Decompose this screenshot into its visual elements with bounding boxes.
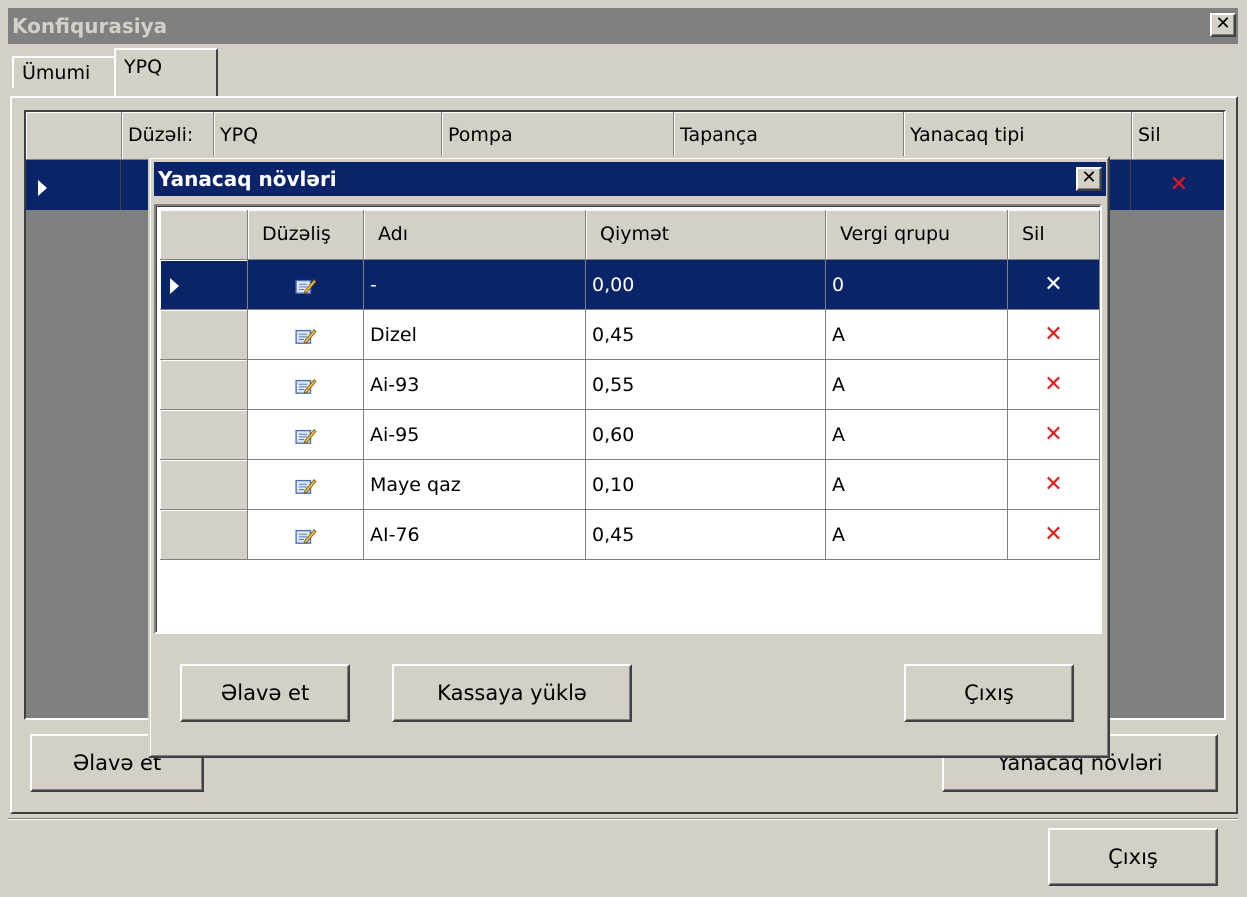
table-row[interactable]: -0,00 0 ✕ xyxy=(160,260,1100,310)
main-window-title: Konfiqurasiya xyxy=(12,14,168,38)
name-cell[interactable]: Maye qaz xyxy=(364,460,586,510)
delete-x-icon[interactable]: ✕ xyxy=(1008,360,1100,410)
tax-group-cell[interactable]: A xyxy=(826,410,1008,460)
name-cell[interactable]: AI-76 xyxy=(364,510,586,560)
edit-icon[interactable] xyxy=(294,377,317,395)
edit-cell[interactable] xyxy=(248,510,364,560)
name-cell[interactable]: Ai-95 xyxy=(364,410,586,460)
tab-ypq[interactable]: YPQ xyxy=(114,48,218,96)
edit-cell[interactable] xyxy=(248,410,364,460)
edit-icon[interactable] xyxy=(294,477,317,495)
table-row[interactable]: AI-76 0,45 A ✕ xyxy=(160,510,1100,560)
tax-group-cell[interactable]: A xyxy=(826,460,1008,510)
delete-x-icon[interactable]: ✕ xyxy=(1008,460,1100,510)
edit-cell[interactable] xyxy=(248,310,364,360)
edit-icon[interactable] xyxy=(294,327,317,345)
main-titlebar: Konfiqurasiya xyxy=(8,8,1238,44)
grid-corner-header xyxy=(160,210,248,260)
col-header-sil[interactable]: Sil xyxy=(1132,112,1224,160)
col-header-pompa[interactable]: Pompa xyxy=(442,112,674,160)
divider xyxy=(8,818,1238,820)
table-row[interactable]: Ai-93 0,55 A ✕ xyxy=(160,360,1100,410)
edit-cell[interactable] xyxy=(248,460,364,510)
col-header-ypq[interactable]: YPQ xyxy=(214,112,442,160)
upload-button-label: Kassaya yüklə xyxy=(437,681,587,705)
row-indicator[interactable] xyxy=(160,410,248,460)
delete-x-icon[interactable]: ✕ xyxy=(1008,410,1100,460)
table-row[interactable]: Dizel 0,45 A ✕ xyxy=(160,310,1100,360)
delete-x-icon[interactable]: ✕ xyxy=(1164,172,1194,197)
col-header-yanacaq-tipi[interactable]: Yanacaq tipi xyxy=(904,112,1132,160)
name-cell[interactable]: - xyxy=(364,260,586,310)
tab-ypq-label: YPQ xyxy=(124,56,163,78)
col-header-duzelis[interactable]: Düzəli: xyxy=(122,112,214,160)
tax-group-cell[interactable]: 0 xyxy=(826,260,1008,310)
price-cell[interactable]: 0,55 xyxy=(586,360,826,410)
col-header-tapanca[interactable]: Tapança xyxy=(674,112,904,160)
fuel-types-grid[interactable]: Düzəliş Adı Qiymət Vergi qrupu Sil -0,00… xyxy=(154,204,1102,634)
col-header-sil[interactable]: Sil xyxy=(1008,210,1100,260)
dialog-close-button[interactable]: ✕ xyxy=(1076,167,1102,191)
tab-umumi-label: Ümumi xyxy=(22,62,91,84)
price-cell[interactable]: 0,00 xyxy=(586,260,826,310)
main-close-button[interactable]: ✕ xyxy=(1210,13,1236,37)
dialog-title: Yanacaq növləri xyxy=(158,167,337,191)
col-header-qiymet[interactable]: Qiymət xyxy=(586,210,826,260)
edit-icon[interactable] xyxy=(294,277,317,295)
name-cell[interactable]: Dizel xyxy=(364,310,586,360)
dialog-titlebar: Yanacaq növləri ✕ xyxy=(154,162,1106,196)
row-indicator[interactable] xyxy=(160,260,248,310)
dialog-add-button[interactable]: Əlavə et xyxy=(180,664,350,722)
col-header-adi[interactable]: Adı xyxy=(364,210,586,260)
price-cell[interactable]: 0,45 xyxy=(586,510,826,560)
price-cell[interactable]: 0,60 xyxy=(586,410,826,460)
edit-cell[interactable] xyxy=(248,360,364,410)
delete-x-icon[interactable]: ✕ xyxy=(1008,510,1100,560)
edit-cell[interactable] xyxy=(248,260,364,310)
edit-icon[interactable] xyxy=(294,527,317,545)
col-header-duzelis[interactable]: Düzəliş xyxy=(248,210,364,260)
fuel-types-dialog: Yanacaq növləri ✕ Düzəliş Adı Qiymət Ver… xyxy=(148,156,1110,758)
col-header-vergi-qrupu[interactable]: Vergi qrupu xyxy=(826,210,1008,260)
price-cell[interactable]: 0,45 xyxy=(586,310,826,360)
row-indicator[interactable] xyxy=(160,460,248,510)
dialog-exit-button[interactable]: Çıxış xyxy=(904,664,1074,722)
row-indicator[interactable] xyxy=(160,510,248,560)
row-pointer-icon xyxy=(38,176,47,198)
delete-x-icon[interactable]: ✕ xyxy=(1008,310,1100,360)
edit-icon[interactable] xyxy=(294,427,317,445)
close-icon: ✕ xyxy=(1081,167,1097,188)
tab-umumi[interactable]: Ümumi xyxy=(12,56,116,88)
close-icon: ✕ xyxy=(1215,13,1231,34)
row-indicator[interactable] xyxy=(160,360,248,410)
table-row[interactable]: Ai-95 0,60 A ✕ xyxy=(160,410,1100,460)
row-pointer-icon xyxy=(170,277,179,294)
name-cell[interactable]: Ai-93 xyxy=(364,360,586,410)
exit-button[interactable]: Çıxış xyxy=(1048,828,1218,886)
dialog-add-button-label: Əlavə et xyxy=(220,681,310,705)
tax-group-cell[interactable]: A xyxy=(826,310,1008,360)
row-indicator[interactable] xyxy=(160,310,248,360)
grid-corner-header xyxy=(26,112,122,160)
exit-button-label: Çıxış xyxy=(1108,845,1158,869)
price-cell[interactable]: 0,10 xyxy=(586,460,826,510)
table-row[interactable]: Maye qaz 0,10 A ✕ xyxy=(160,460,1100,510)
delete-x-icon[interactable]: ✕ xyxy=(1008,260,1100,310)
dialog-exit-button-label: Çıxış xyxy=(964,681,1014,705)
tax-group-cell[interactable]: A xyxy=(826,360,1008,410)
upload-to-register-button[interactable]: Kassaya yüklə xyxy=(392,664,632,722)
tax-group-cell[interactable]: A xyxy=(826,510,1008,560)
